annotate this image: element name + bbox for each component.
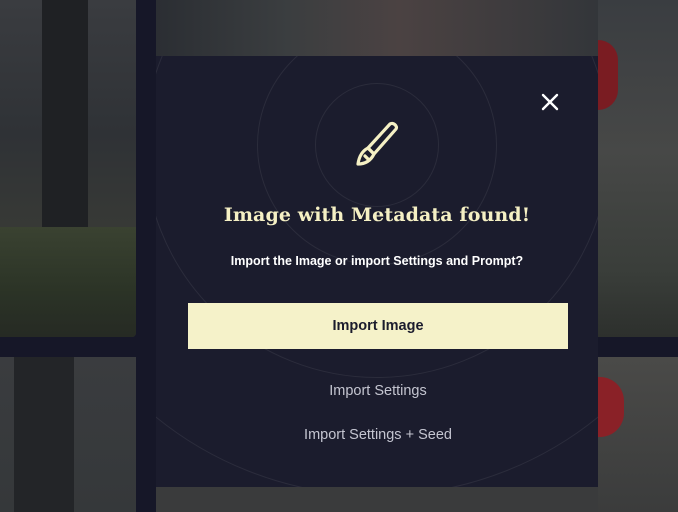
background-image-tile	[598, 357, 678, 512]
close-button[interactable]	[538, 90, 562, 114]
background-image-tile	[598, 0, 678, 337]
import-settings-button[interactable]: Import Settings	[188, 376, 568, 406]
background-image-tile	[0, 357, 136, 512]
close-icon	[541, 93, 559, 111]
tree-trunk-shape	[42, 0, 88, 260]
import-image-button[interactable]: Import Image	[188, 303, 568, 349]
background-image-tile	[156, 487, 598, 512]
import-settings-seed-button[interactable]: Import Settings + Seed	[188, 420, 568, 450]
tree-trunk-shape	[14, 357, 74, 512]
grass-shape	[0, 227, 136, 337]
metadata-import-dialog: Image with Metadata found! Import the Im…	[156, 56, 598, 487]
app-stage: Image with Metadata found! Import the Im…	[0, 0, 678, 512]
red-cloth-shape	[598, 377, 624, 437]
paintbrush-icon	[352, 118, 404, 170]
red-cloth-shape	[598, 40, 618, 110]
background-image-tile	[156, 0, 598, 56]
dialog-subtitle: Import the Image or import Settings and …	[230, 254, 524, 268]
background-image-tile	[0, 0, 136, 337]
dialog-title: Image with Metadata found!	[223, 204, 531, 226]
